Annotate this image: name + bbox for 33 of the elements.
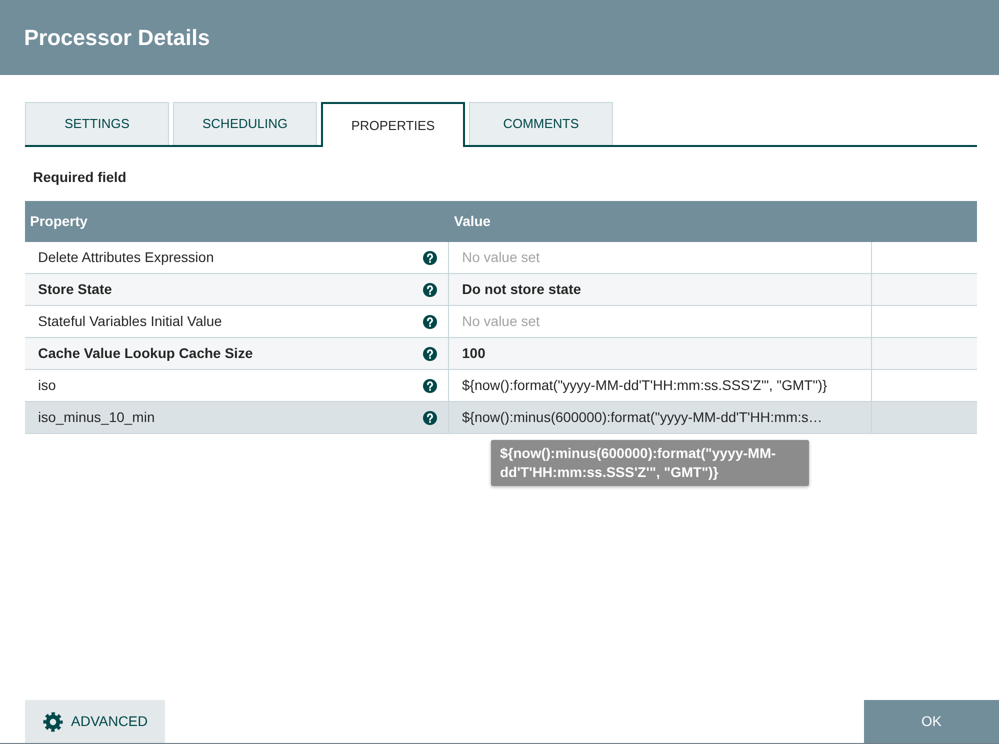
property-value[interactable]: ${now():format("yyyy-MM-dd'T'HH:mm:ss.SSS'Z'", "GMT")} <box>462 375 828 396</box>
help-icon[interactable] <box>423 410 437 424</box>
settings-icon <box>43 712 63 732</box>
table-row[interactable]: iso_minus_10_min ${now():minus(600000):format("yyyy-MM-dd'T'HH:mm:s… <box>25 402 977 434</box>
tooltip: ${now():minus(600000):format("yyyy-MM-dd'T'HH:mm:ss.SSS'Z'", "GMT")} <box>491 440 809 486</box>
help-icon[interactable] <box>423 282 437 296</box>
table-row[interactable]: Store State Do not store state <box>25 274 977 306</box>
table-row[interactable]: Delete Attributes Expression No value set <box>25 242 977 274</box>
help-icon[interactable] <box>423 378 437 392</box>
advanced-button[interactable]: ADVANCED <box>25 700 165 743</box>
tab[interactable]: SETTINGS <box>25 102 169 145</box>
column-header: Value <box>454 213 491 229</box>
property-value[interactable]: 100 <box>462 343 486 364</box>
property-name: Stateful Variables Initial Value <box>38 312 222 331</box>
column-header: Property <box>30 213 88 229</box>
property-name: Cache Value Lookup Cache Size <box>38 344 253 363</box>
window-title: Processor Details <box>24 24 210 52</box>
table-row[interactable]: Stateful Variables Initial Value No value set <box>25 306 977 338</box>
help-icon[interactable] <box>423 314 437 328</box>
property-name: iso <box>38 376 56 395</box>
help-icon[interactable] <box>423 250 437 264</box>
property-name: Store State <box>38 280 112 299</box>
tab[interactable]: PROPERTIES <box>321 102 465 147</box>
table-row[interactable]: iso ${now():format("yyyy-MM-dd'T'HH:mm:ss.SSS'Z'", "GMT")} <box>25 370 977 402</box>
required-field-note: Required field <box>33 168 126 186</box>
help-icon[interactable] <box>423 346 437 360</box>
table-row[interactable]: Cache Value Lookup Cache Size 100 <box>25 338 977 370</box>
property-value[interactable]: ${now():minus(600000):format("yyyy-MM-dd'T'HH:mm:s… <box>462 407 822 428</box>
property-value[interactable]: Do not store state <box>462 279 582 300</box>
property-name: iso_minus_10_min <box>38 408 155 427</box>
property-name: Delete Attributes Expression <box>38 248 214 267</box>
tab[interactable]: SCHEDULING <box>173 102 317 145</box>
tab[interactable]: COMMENTS <box>469 102 613 145</box>
